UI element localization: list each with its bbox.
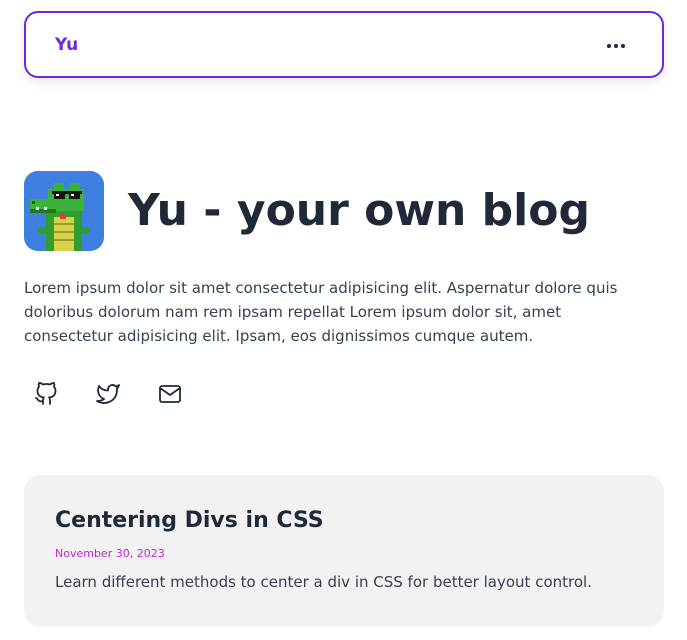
- brand-link[interactable]: Yu: [55, 35, 78, 55]
- mail-link[interactable]: [158, 382, 182, 406]
- twitter-icon: [96, 384, 120, 404]
- navbar: Yu: [24, 11, 664, 78]
- avatar: [24, 171, 104, 251]
- crocodile-avatar-icon: [24, 171, 104, 251]
- menu-button[interactable]: [604, 37, 628, 55]
- more-horizontal-icon: [607, 44, 625, 48]
- post-card[interactable]: Centering Divs in CSS November 30, 2023 …: [24, 475, 664, 627]
- mail-icon: [159, 385, 181, 403]
- social-links: [34, 382, 182, 406]
- post-date: November 30, 2023: [55, 547, 165, 560]
- hero-description: Lorem ipsum dolor sit amet consectetur a…: [24, 279, 618, 345]
- github-icon: [35, 382, 57, 405]
- twitter-link[interactable]: [96, 382, 120, 406]
- github-link[interactable]: [34, 382, 58, 406]
- post-title[interactable]: Centering Divs in CSS: [55, 508, 324, 533]
- post-excerpt: Learn different methods to center a div …: [55, 573, 592, 591]
- page-title: Yu - your own blog: [128, 185, 590, 236]
